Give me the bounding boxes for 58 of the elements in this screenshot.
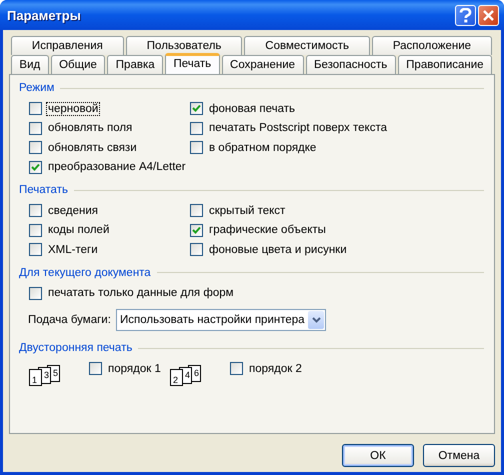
checkbox-label[interactable]: в обратном порядке: [207, 140, 318, 155]
checkbox-label[interactable]: обновлять связи: [46, 140, 139, 155]
checkbox-label[interactable]: обновлять поля: [46, 121, 134, 136]
checkbox-label[interactable]: преобразование A4/Letter: [46, 160, 188, 174]
tab[interactable]: Правописание: [398, 55, 492, 74]
dialog-button[interactable]: Отмена: [423, 444, 495, 467]
tab[interactable]: Правка: [107, 55, 164, 74]
checkbox-label[interactable]: сведения: [46, 204, 100, 218]
tab[interactable]: Безопасность: [306, 55, 396, 74]
checkbox-label[interactable]: фоновая печать: [207, 102, 298, 116]
checkbox[interactable]: [190, 204, 203, 218]
checkbox[interactable]: [29, 122, 42, 135]
checkbox[interactable]: [230, 362, 243, 376]
checkbox[interactable]: [29, 102, 42, 116]
checkbox[interactable]: [190, 102, 203, 116]
tab[interactable]: Расположение: [372, 36, 492, 55]
group-title: Для текущего документа: [19, 266, 151, 278]
checkbox-label[interactable]: порядок 2: [247, 362, 304, 376]
checkbox[interactable]: [29, 160, 42, 174]
checkbox-label[interactable]: скрытый текст: [207, 204, 288, 218]
checkbox-label[interactable]: коды полей: [46, 223, 112, 238]
close-icon: [482, 8, 495, 22]
checkbox[interactable]: [190, 141, 203, 154]
page-sheet: 2: [170, 369, 183, 386]
field-label: Подача бумаги:: [28, 314, 112, 326]
checkbox-label[interactable]: печатать Postscript поверх текста: [207, 121, 389, 136]
checkbox[interactable]: [29, 204, 42, 218]
help-icon: [459, 8, 472, 22]
checkbox[interactable]: [29, 224, 42, 237]
tab[interactable]: Сохранение: [222, 55, 304, 74]
close-button[interactable]: [478, 4, 499, 26]
page-sheet: 1: [29, 369, 42, 386]
checkbox[interactable]: [29, 243, 42, 256]
tab[interactable]: Общие: [50, 55, 106, 74]
group-title: Печатать: [19, 184, 68, 196]
tab[interactable]: Совместимость: [244, 36, 370, 55]
checkbox-label[interactable]: порядок 1: [106, 362, 163, 376]
checkbox[interactable]: [29, 141, 42, 154]
checkbox[interactable]: [190, 224, 203, 237]
checkbox-label[interactable]: фоновые цвета и рисунки: [207, 242, 349, 257]
tab[interactable]: Пользователь: [126, 36, 242, 55]
checkbox-label[interactable]: печатать только данные для форм: [46, 286, 236, 300]
help-button[interactable]: [455, 4, 476, 26]
paper-source-dropdown[interactable]: Использовать настройки принтера: [116, 309, 326, 331]
checkbox[interactable]: [29, 286, 42, 300]
checkbox-label[interactable]: XML-теги: [46, 242, 100, 257]
checkbox-label[interactable]: графические объекты: [207, 223, 328, 238]
window-title: Параметры: [7, 8, 81, 22]
tab[interactable]: Исправления: [11, 36, 124, 55]
checkbox[interactable]: [89, 362, 102, 376]
group-title: Двусторонняя печать: [19, 342, 132, 354]
checkbox-label[interactable]: черновой: [46, 102, 100, 116]
tab[interactable]: Печать: [165, 53, 220, 74]
dialog-button[interactable]: ОК: [342, 444, 414, 467]
group-title: Режим: [19, 82, 54, 94]
tab[interactable]: Вид: [11, 55, 49, 74]
checkbox[interactable]: [190, 122, 203, 135]
checkbox[interactable]: [190, 243, 203, 256]
